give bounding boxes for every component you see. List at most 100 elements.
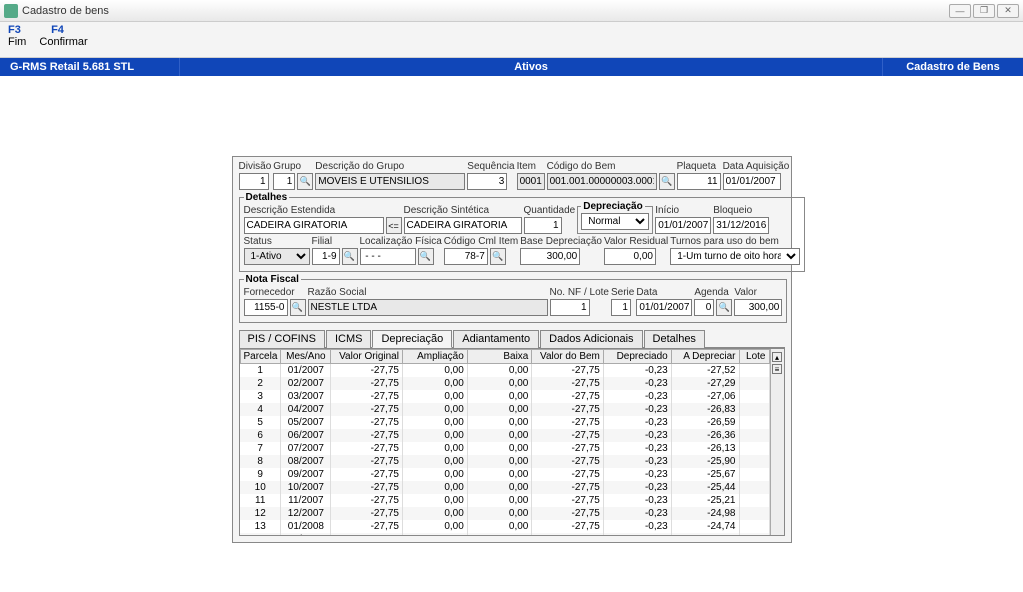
table-row[interactable]: 909/2007-27,750,000,00-27,75-0,23-25,67 (240, 468, 769, 481)
input-sequencia[interactable] (467, 173, 507, 190)
tab-pis-cofins[interactable]: PIS / COFINS (239, 330, 325, 348)
lookup-agenda-icon[interactable]: 🔍 (716, 299, 732, 316)
cell-m: 10/2007 (281, 481, 331, 494)
label-agenda: Agenda (694, 287, 732, 298)
cell-l (739, 442, 769, 455)
cell-p: 6 (240, 429, 281, 442)
cell-ad: -25,21 (671, 494, 739, 507)
close-button[interactable]: ✕ (997, 4, 1019, 18)
col-mes-ano[interactable]: Mes/Ano (281, 350, 331, 364)
label-no-nf: No. NF / Lote (550, 287, 609, 298)
menu-fim[interactable]: Fim (8, 36, 26, 48)
input-desc-estendida[interactable] (244, 217, 384, 234)
input-data-aquisicao[interactable] (723, 173, 781, 190)
status-bar: G-RMS Retail 5.681 STL Ativos Cadastro d… (0, 58, 1023, 76)
lookup-fornecedor-icon[interactable]: 🔍 (290, 299, 306, 316)
table-row[interactable]: 808/2007-27,750,000,00-27,75-0,23-25,90 (240, 455, 769, 468)
table-row[interactable]: 101/2007-27,750,000,00-27,75-0,23-27,52 (240, 364, 769, 377)
label-inicio: Início (655, 205, 711, 216)
tab-adiantamento[interactable]: Adiantamento (453, 330, 539, 348)
table-row[interactable]: 707/2007-27,750,000,00-27,75-0,23-26,13 (240, 442, 769, 455)
cell-amp: 0,00 (402, 429, 467, 442)
tab-dados-adicionais[interactable]: Dados Adicionais (540, 330, 642, 348)
table-row[interactable]: 1010/2007-27,750,000,00-27,75-0,23-25,44 (240, 481, 769, 494)
copy-desc-icon[interactable]: <= (386, 217, 402, 234)
input-agenda[interactable] (694, 299, 714, 316)
col-parcela[interactable]: Parcela (240, 350, 281, 364)
input-nf-valor[interactable] (734, 299, 782, 316)
table-row[interactable]: 1301/2008-27,750,000,00-27,75-0,23-24,74 (240, 520, 769, 533)
input-inicio[interactable] (655, 217, 711, 234)
col-a-depreciar[interactable]: A Depreciar (671, 350, 739, 364)
col-ampliacao[interactable]: Ampliação (402, 350, 467, 364)
input-valor-residual[interactable] (604, 248, 656, 265)
cell-l (739, 507, 769, 520)
input-desc-sintetica[interactable] (404, 217, 522, 234)
input-grupo[interactable] (273, 173, 295, 190)
label-codigo-bem: Código do Bem (547, 161, 675, 172)
cell-l (739, 377, 769, 390)
cell-ad: -25,90 (671, 455, 739, 468)
col-depreciado[interactable]: Depreciado (603, 350, 671, 364)
lookup-localizacao-icon[interactable]: 🔍 (418, 248, 434, 265)
input-nf-data[interactable] (636, 299, 692, 316)
cell-l (739, 455, 769, 468)
cell-vo: -27,75 (331, 507, 403, 520)
cell-p: 4 (240, 403, 281, 416)
maximize-button[interactable]: ❐ (973, 4, 995, 18)
input-fornecedor[interactable] (244, 299, 288, 316)
select-status[interactable]: 1-Ativo (244, 248, 310, 265)
table-row[interactable]: 404/2007-27,750,000,00-27,75-0,23-26,83 (240, 403, 769, 416)
input-filial[interactable] (312, 248, 340, 265)
cell-ad: -24,98 (671, 507, 739, 520)
input-codigo-cml[interactable] (444, 248, 488, 265)
cell-ad: -24,74 (671, 520, 739, 533)
lookup-grupo-icon[interactable]: 🔍 (297, 173, 313, 190)
table-row[interactable]: 505/2007-27,750,000,00-27,75-0,23-26,59 (240, 416, 769, 429)
cell-dep: -0,23 (603, 481, 671, 494)
scroll-thumb[interactable]: ≡ (772, 364, 782, 374)
tab-detalhes[interactable]: Detalhes (644, 330, 705, 348)
table-row[interactable]: 606/2007-27,750,000,00-27,75-0,23-26,36 (240, 429, 769, 442)
lookup-codigo-bem-icon[interactable]: 🔍 (659, 173, 675, 190)
cell-vb: -27,75 (532, 455, 604, 468)
table-row[interactable]: 1402/2008-27,750,000,00-27,75-0,23-24,51 (240, 533, 769, 536)
col-valor-bem[interactable]: Valor do Bem (532, 350, 604, 364)
menu-confirmar[interactable]: Confirmar (39, 36, 87, 48)
label-divisao: Divisão (239, 161, 272, 172)
input-plaqueta[interactable] (677, 173, 721, 190)
scroll-up-icon[interactable]: ▴ (772, 352, 782, 362)
input-divisao[interactable] (239, 173, 269, 190)
col-baixa[interactable]: Baixa (467, 350, 532, 364)
input-base-depreciacao[interactable] (520, 248, 580, 265)
cell-vo: -27,75 (331, 494, 403, 507)
input-quantidade[interactable] (524, 217, 562, 234)
cell-vb: -27,75 (532, 377, 604, 390)
input-desc-grupo (315, 173, 465, 190)
select-depreciacao-tipo[interactable]: Normal (581, 213, 649, 230)
col-lote[interactable]: Lote (739, 350, 769, 364)
tab-depreciacao[interactable]: Depreciação (372, 330, 452, 348)
menubar: F3 F4 Fim Confirmar (0, 22, 1023, 58)
cell-ad: -26,83 (671, 403, 739, 416)
table-row[interactable]: 202/2007-27,750,000,00-27,75-0,23-27,29 (240, 377, 769, 390)
select-turnos[interactable]: 1-Um turno de oito horas (670, 248, 800, 265)
table-row[interactable]: 1111/2007-27,750,000,00-27,75-0,23-25,21 (240, 494, 769, 507)
cell-vo: -27,75 (331, 403, 403, 416)
minimize-button[interactable]: — (949, 4, 971, 18)
module-title: Ativos (180, 58, 883, 76)
cell-vo: -27,75 (331, 429, 403, 442)
input-no-nf[interactable] (550, 299, 590, 316)
cell-amp: 0,00 (402, 520, 467, 533)
cell-ad: -27,06 (671, 390, 739, 403)
cell-vb: -27,75 (532, 494, 604, 507)
lookup-codigo-cml-icon[interactable]: 🔍 (490, 248, 506, 265)
table-row[interactable]: 1212/2007-27,750,000,00-27,75-0,23-24,98 (240, 507, 769, 520)
col-valor-original[interactable]: Valor Original (331, 350, 403, 364)
table-row[interactable]: 303/2007-27,750,000,00-27,75-0,23-27,06 (240, 390, 769, 403)
tab-icms[interactable]: ICMS (326, 330, 372, 348)
input-bloqueio[interactable] (713, 217, 769, 234)
input-localizacao[interactable] (360, 248, 416, 265)
lookup-filial-icon[interactable]: 🔍 (342, 248, 358, 265)
input-serie[interactable] (611, 299, 631, 316)
